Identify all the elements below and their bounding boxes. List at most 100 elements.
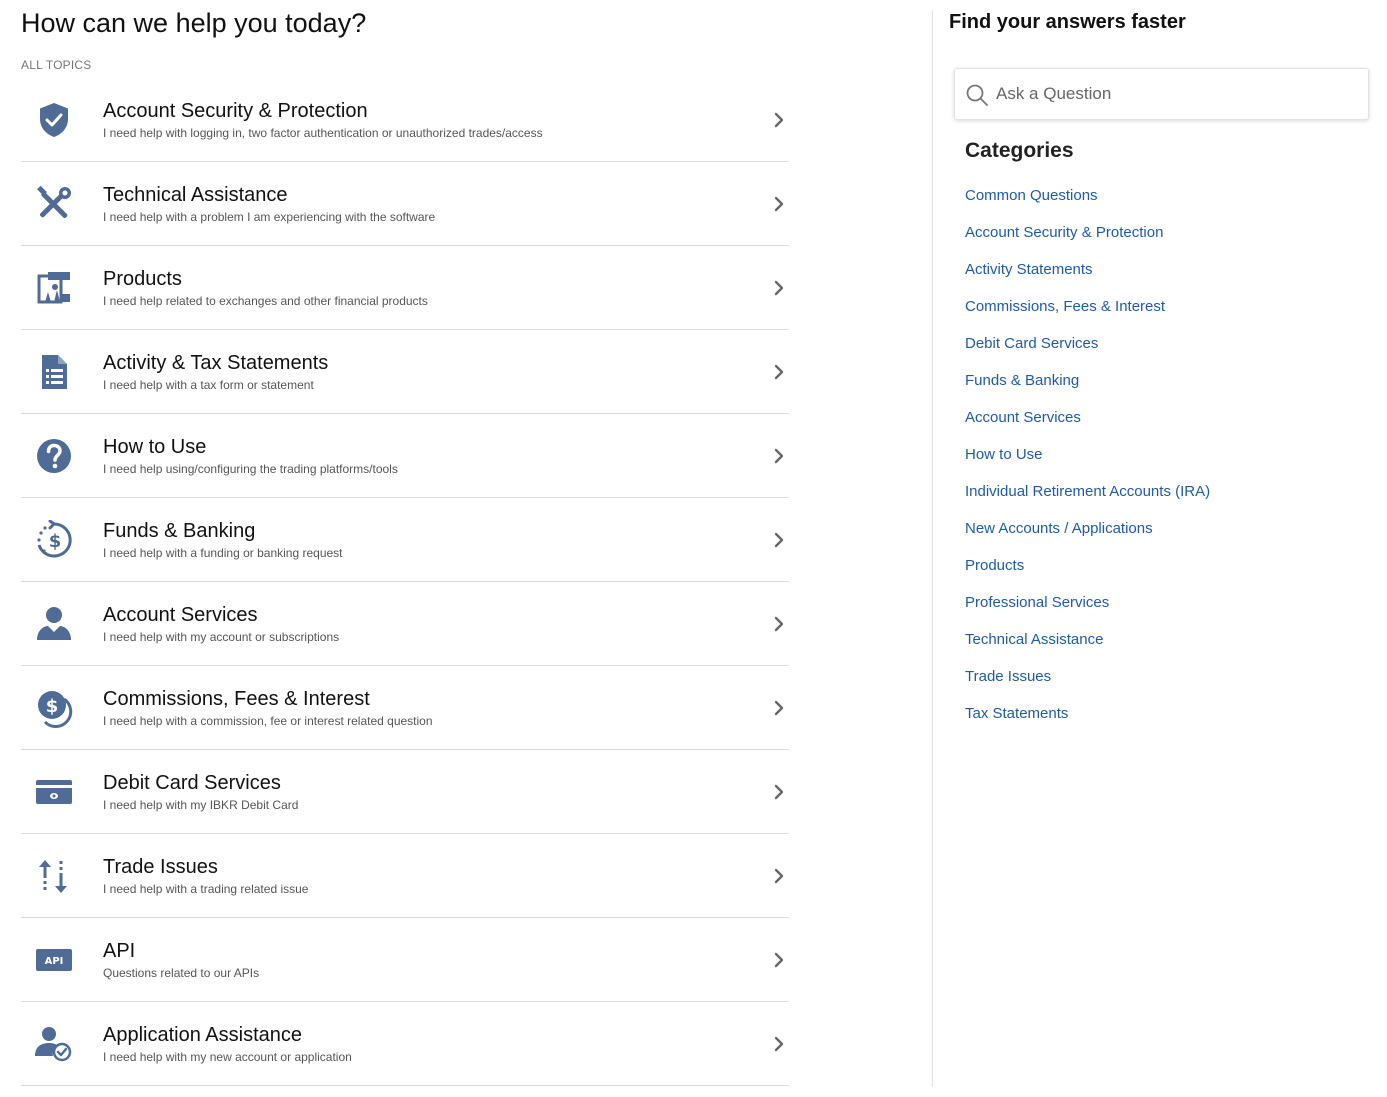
chevron-right-icon (769, 614, 789, 634)
topic-row-11[interactable]: Application Assistance I need help with … (21, 1002, 789, 1086)
category-link[interactable]: Individual Retirement Accounts (IRA) (965, 483, 1210, 500)
topic-row-8[interactable]: Debit Card Services I need help with my … (21, 750, 789, 834)
topic-description: I need help with my account or subscript… (103, 630, 340, 644)
question-circle-icon (33, 435, 75, 477)
svg-text:API: API (45, 956, 64, 967)
category-item: Debit Card Services (965, 335, 1210, 372)
topic-row-0[interactable]: Account Security & Protection I need hel… (21, 78, 789, 162)
category-link[interactable]: Common Questions (965, 187, 1098, 204)
category-item: Tax Statements (965, 705, 1210, 742)
category-item: Account Security & Protection (965, 224, 1210, 261)
topic-title: Debit Card Services (103, 772, 281, 794)
category-item: Account Services (965, 409, 1210, 446)
topic-description: I need help with a funding or banking re… (103, 546, 343, 560)
topic-description: I need help using/configuring the tradin… (103, 462, 398, 476)
topic-description: I need help with a problem I am experien… (103, 210, 436, 224)
search-input[interactable] (996, 79, 1356, 109)
topic-title: How to Use (103, 436, 207, 458)
category-item: Professional Services (965, 594, 1210, 631)
category-item: Commissions, Fees & Interest (965, 298, 1210, 335)
topic-row-7[interactable]: $ Commissions, Fees & Interest I need he… (21, 666, 789, 750)
topic-description: I need help with a tax form or statement (103, 378, 314, 392)
chevron-right-icon (769, 446, 789, 466)
chevron-right-icon (769, 110, 789, 130)
topic-description: Questions related to our APIs (103, 966, 260, 980)
svg-text:$: $ (49, 531, 62, 552)
category-item: Individual Retirement Accounts (IRA) (965, 483, 1210, 520)
tools-icon (33, 183, 75, 225)
chevron-right-icon (769, 278, 789, 298)
document-list-icon (33, 351, 75, 393)
category-item: Technical Assistance (965, 631, 1210, 668)
category-link[interactable]: Trade Issues (965, 668, 1051, 685)
topic-title: Funds & Banking (103, 520, 256, 542)
categories-heading: Categories (965, 139, 1074, 162)
chevron-right-icon (769, 1034, 789, 1054)
chevron-right-icon (769, 530, 789, 550)
topic-title: Trade Issues (103, 856, 218, 878)
topic-description: I need help with logging in, two factor … (103, 126, 543, 140)
products-icon (33, 267, 75, 309)
all-topics-label: ALL TOPICS (21, 58, 92, 72)
sidebar-title: Find your answers faster (949, 11, 1186, 33)
category-link[interactable]: Professional Services (965, 594, 1109, 611)
topic-list: Account Security & Protection I need hel… (21, 78, 789, 1086)
column-divider (932, 10, 933, 1087)
topic-description: I need help with a trading related issue (103, 882, 309, 896)
topic-title: API (103, 940, 136, 962)
category-item: Products (965, 557, 1210, 594)
topic-title: Products (103, 268, 182, 290)
topic-description: I need help with my IBKR Debit Card (103, 798, 299, 812)
category-link[interactable]: New Accounts / Applications (965, 520, 1153, 537)
category-link[interactable]: Debit Card Services (965, 335, 1098, 352)
topic-description: I need help with a commission, fee or in… (103, 714, 433, 728)
category-link[interactable]: Account Security & Protection (965, 224, 1163, 241)
topic-title: Account Services (103, 604, 258, 626)
topic-row-10[interactable]: API API Questions related to our APIs (21, 918, 789, 1002)
chevron-right-icon (769, 194, 789, 214)
category-link[interactable]: Tax Statements (965, 705, 1068, 722)
page-title: How can we help you today? (21, 8, 367, 38)
category-item: Trade Issues (965, 668, 1210, 705)
shield-check-icon (33, 99, 75, 141)
trade-arrows-icon (33, 855, 75, 897)
svg-text:$: $ (46, 696, 59, 717)
category-item: Funds & Banking (965, 372, 1210, 409)
topic-title: Application Assistance (103, 1024, 303, 1046)
category-link[interactable]: Technical Assistance (965, 631, 1103, 648)
category-item: New Accounts / Applications (965, 520, 1210, 557)
search-icon (966, 84, 988, 106)
category-link[interactable]: Commissions, Fees & Interest (965, 298, 1165, 315)
topic-row-1[interactable]: Technical Assistance I need help with a … (21, 162, 789, 246)
user-check-icon (33, 1023, 75, 1065)
category-list: Common Questions Account Security & Prote… (965, 187, 1210, 742)
topic-row-5[interactable]: $ Funds & Banking I need help with a fun… (21, 498, 789, 582)
category-link[interactable]: Funds & Banking (965, 372, 1079, 389)
search-box[interactable] (954, 68, 1369, 120)
category-item: How to Use (965, 446, 1210, 483)
topic-description: I need help with my new account or appli… (103, 1050, 352, 1064)
chevron-right-icon (769, 362, 789, 382)
topic-title: Account Security & Protection (103, 100, 368, 122)
dollar-refresh-icon: $ (33, 519, 75, 561)
chevron-right-icon (769, 698, 789, 718)
debit-card-icon (33, 771, 75, 813)
chevron-right-icon (769, 782, 789, 802)
topic-row-6[interactable]: Account Services I need help with my acc… (21, 582, 789, 666)
chevron-right-icon (769, 950, 789, 970)
topic-row-3[interactable]: Activity & Tax Statements I need help wi… (21, 330, 789, 414)
topic-row-2[interactable]: Products I need help related to exchange… (21, 246, 789, 330)
dollar-coin-icon: $ (33, 687, 75, 729)
chevron-right-icon (769, 866, 789, 886)
topic-row-4[interactable]: How to Use I need help using/configuring… (21, 414, 789, 498)
topic-description: I need help related to exchanges and oth… (103, 294, 428, 308)
category-item: Common Questions (965, 187, 1210, 224)
topic-title: Commissions, Fees & Interest (103, 688, 370, 710)
topic-row-9[interactable]: Trade Issues I need help with a trading … (21, 834, 789, 918)
category-link[interactable]: How to Use (965, 446, 1043, 463)
category-link[interactable]: Products (965, 557, 1024, 574)
category-link[interactable]: Activity Statements (965, 261, 1093, 278)
user-icon (33, 603, 75, 645)
topic-title: Activity & Tax Statements (103, 352, 329, 374)
category-link[interactable]: Account Services (965, 409, 1081, 426)
